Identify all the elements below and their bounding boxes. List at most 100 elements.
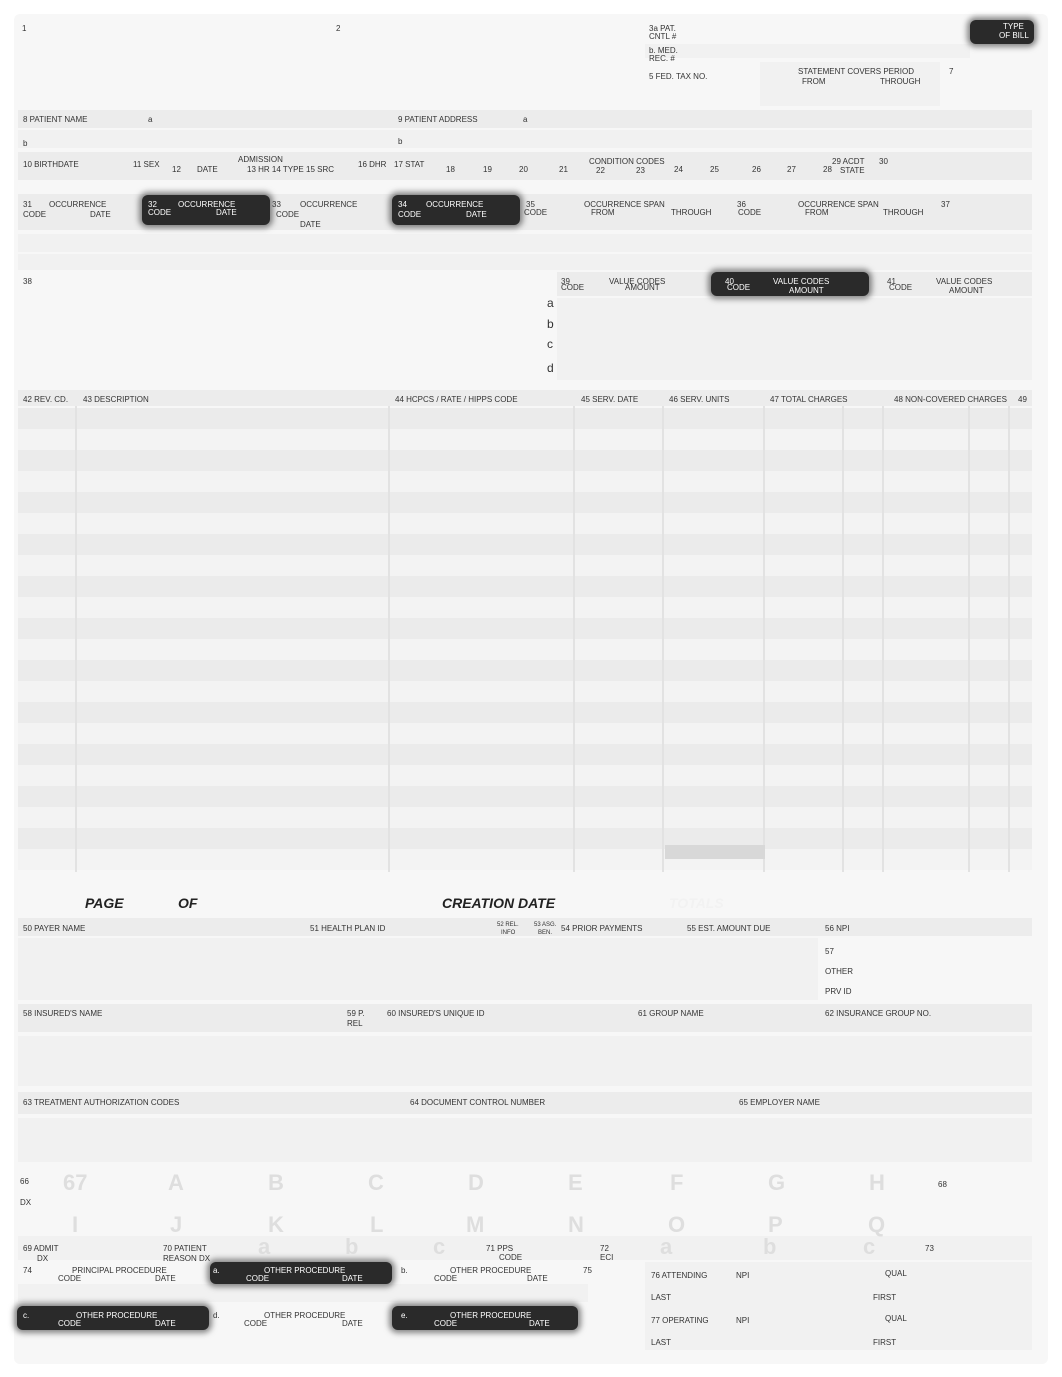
column-divider	[882, 406, 884, 872]
creation-date-label: CREATION DATE	[442, 895, 556, 911]
attending-label: 76 ATTENDING	[651, 1271, 708, 1280]
eci-b: b	[763, 1234, 777, 1259]
group-name-label: 61 GROUP NAME	[638, 1009, 704, 1018]
condition-code-19: 19	[483, 165, 492, 174]
service-line-row[interactable]	[18, 786, 1032, 807]
type-of-bill-label: TYPE	[1003, 22, 1024, 31]
dx-a: A	[168, 1170, 184, 1195]
attending-qual-label: QUAL	[885, 1269, 907, 1278]
service-line-row[interactable]	[18, 849, 1032, 870]
vc-41-amount: AMOUNT	[949, 286, 984, 295]
occ-32-code: CODE	[148, 208, 172, 217]
service-line-row[interactable]	[18, 765, 1032, 786]
sex-label: 11 SEX	[133, 160, 160, 169]
insured-name-label: 58 INSURED'S NAME	[23, 1009, 103, 1018]
other-label: OTHER	[825, 967, 853, 976]
occ-31-num: 31	[23, 200, 32, 209]
dx-f: F	[670, 1170, 684, 1195]
principal-procedure-label: PRINCIPAL PROCEDURE	[72, 1266, 167, 1275]
reason-dx-label: 70 PATIENT	[163, 1244, 207, 1253]
serv-date-header: 45 SERV. DATE	[581, 395, 639, 404]
dx-i: I	[72, 1212, 79, 1237]
occ-36-code: CODE	[738, 208, 762, 217]
vc-41-code: CODE	[889, 283, 913, 292]
vc-39-code: CODE	[561, 283, 585, 292]
operating-npi-label: NPI	[736, 1316, 750, 1325]
of-label: OF	[178, 895, 198, 911]
occ-31-code: CODE	[23, 210, 47, 219]
p-rel-label-2: REL	[347, 1019, 363, 1028]
service-line-row[interactable]	[18, 429, 1032, 450]
occ-33-date: DATE	[300, 220, 321, 229]
field-band	[18, 390, 1032, 406]
proc-c-date: DATE	[155, 1319, 176, 1328]
dx-l: L	[370, 1212, 384, 1237]
condition-code-20: 20	[519, 165, 528, 174]
field-band	[18, 1284, 588, 1302]
field-37-label: 37	[941, 200, 950, 209]
acdt-label: 29 ACDT	[832, 157, 865, 166]
service-line-row[interactable]	[18, 597, 1032, 618]
field-band	[18, 938, 818, 1000]
eci-label: 72	[600, 1244, 609, 1253]
field-74-label: 74	[23, 1266, 32, 1275]
field-band	[665, 845, 765, 859]
service-line-row[interactable]	[18, 702, 1032, 723]
proc-a-date: DATE	[342, 1274, 363, 1283]
proc-c-letter: c.	[23, 1311, 30, 1320]
service-line-row[interactable]	[18, 471, 1032, 492]
employer-name-label: 65 EMPLOYER NAME	[739, 1098, 820, 1107]
eci-label-2: ECI	[600, 1253, 614, 1262]
column-divider	[842, 406, 844, 872]
reason-dx-c: c	[433, 1234, 446, 1259]
field-49-header: 49	[1018, 395, 1027, 404]
est-amount-due-label: 55 EST. AMOUNT DUE	[687, 924, 771, 933]
service-line-row[interactable]	[18, 576, 1032, 597]
operating-last-label: LAST	[651, 1338, 672, 1347]
field-2-label: 2	[336, 24, 341, 33]
proc-d-label: OTHER PROCEDURE	[264, 1311, 346, 1320]
vc-40-title: VALUE CODES	[773, 277, 830, 286]
condition-code-28: 28	[823, 165, 832, 174]
reason-dx-a: a	[258, 1234, 271, 1259]
service-line-row[interactable]	[18, 450, 1032, 471]
prior-payments-label: 54 PRIOR PAYMENTS	[561, 924, 643, 933]
operating-label: 77 OPERATING	[651, 1316, 709, 1325]
acdt-state-label: STATE	[840, 166, 865, 175]
condition-code-27: 27	[787, 165, 796, 174]
stat-label: 17 STAT	[394, 160, 425, 169]
service-line-row[interactable]	[18, 660, 1032, 681]
service-line-row[interactable]	[18, 492, 1032, 513]
service-line-row[interactable]	[18, 828, 1032, 849]
type-of-bill-label-2: OF BILL	[999, 31, 1029, 40]
field-1-label: 1	[22, 24, 27, 33]
proc-a-label: OTHER PROCEDURE	[264, 1266, 346, 1275]
treatment-auth-label: 63 TREATMENT AUTHORIZATION CODES	[23, 1098, 180, 1107]
service-line-row[interactable]	[18, 744, 1032, 765]
occ-35-from: FROM	[591, 208, 615, 217]
field-band	[18, 918, 1032, 936]
vc-40-code: CODE	[727, 283, 751, 292]
service-line-row[interactable]	[18, 513, 1032, 534]
pps-code-label: 71 PPS	[486, 1244, 514, 1253]
service-line-row[interactable]	[18, 681, 1032, 702]
proc-e-date: DATE	[529, 1319, 550, 1328]
statement-through-label: THROUGH	[880, 77, 921, 86]
field-band	[18, 1118, 1032, 1162]
service-line-row[interactable]	[18, 534, 1032, 555]
dx-e: E	[568, 1170, 583, 1195]
principal-date-label: DATE	[155, 1274, 176, 1283]
service-line-row[interactable]	[18, 618, 1032, 639]
column-divider	[763, 406, 765, 872]
proc-d-date: DATE	[342, 1319, 363, 1328]
patient-address-b: b	[398, 137, 403, 146]
service-line-row[interactable]	[18, 555, 1032, 576]
service-line-row[interactable]	[18, 408, 1032, 429]
service-line-row[interactable]	[18, 723, 1032, 744]
service-line-row[interactable]	[18, 807, 1032, 828]
field-band	[557, 298, 1032, 380]
operating-first-label: FIRST	[873, 1338, 897, 1347]
insurance-group-no-label: 62 INSURANCE GROUP NO.	[825, 1009, 932, 1018]
service-line-row[interactable]	[18, 639, 1032, 660]
rev-cd-header: 42 REV. CD.	[23, 395, 69, 404]
